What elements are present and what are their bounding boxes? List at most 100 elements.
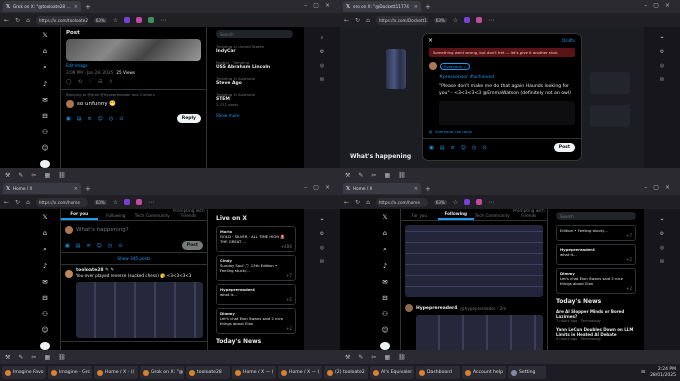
compose-icon[interactable]: ✎ <box>380 342 390 350</box>
reply-setting[interactable]: ◍ Everyone can reply <box>423 125 581 139</box>
poll-icon[interactable]: ≡ <box>87 116 91 122</box>
new-tab-icon[interactable]: + <box>425 3 431 11</box>
zoom-indicator[interactable]: 63% <box>93 199 107 205</box>
zoom-indicator[interactable]: 63% <box>433 199 447 205</box>
profile-icon[interactable]: ☺ <box>40 326 50 334</box>
home-icon[interactable]: ⌂ <box>26 199 30 206</box>
browser-tab[interactable]: 𝕏ero on X: "@Dockett11774 × <box>343 1 421 12</box>
pencil-icon[interactable]: ✎ <box>358 172 363 179</box>
url-field[interactable]: https://x.com/Dockett11774 <box>375 15 428 25</box>
link-icon[interactable]: ⛓ <box>58 354 66 361</box>
taskbar-item[interactable]: tooloate28 <box>186 366 230 379</box>
tab-for-you[interactable]: For you <box>61 211 98 220</box>
gear-icon[interactable]: ⚙ <box>660 49 664 55</box>
grid-icon[interactable]: ▦ <box>384 354 390 361</box>
url-field[interactable]: https://x.com/tooloate28/status/1 <box>35 15 88 25</box>
extension-icon[interactable] <box>124 17 131 23</box>
audience-selector[interactable]: Everyone ⌄ <box>440 62 471 70</box>
post-button[interactable]: Post <box>181 241 203 250</box>
x-logo-icon[interactable]: 𝕏 <box>40 31 50 39</box>
reply-icon[interactable]: ◯ <box>66 79 72 85</box>
schedule-icon[interactable]: ◷ <box>472 145 476 151</box>
tab-for-you[interactable]: For you <box>401 213 438 220</box>
gif-icon[interactable]: ▤ <box>77 116 82 122</box>
live-item[interactable]: Edition • Feeling stuck/... +7 <box>556 225 636 241</box>
drafts-link[interactable]: Drafts <box>562 38 575 43</box>
mail-icon[interactable]: ✉ <box>660 77 664 83</box>
tab-prompting[interactable]: Prompting with Friends <box>511 209 548 220</box>
post-image[interactable] <box>405 225 543 297</box>
mail-icon[interactable]: ✉ <box>320 259 324 265</box>
live-item[interactable]: Cindy Sunday Soul 🎵 13th Edition • Feelin… <box>216 255 296 281</box>
browser-tab[interactable]: 𝕏 Home / X × <box>343 183 421 194</box>
people-icon[interactable]: ⚇ <box>380 310 390 318</box>
url-field[interactable]: https://x.com/home <box>375 197 428 207</box>
taskbar-item[interactable]: Imagine Favo <box>2 366 46 379</box>
home-icon[interactable]: ⌂ <box>366 199 370 206</box>
bookmark-icon[interactable]: ⊟ <box>380 294 390 302</box>
reply-button[interactable]: Reply <box>176 114 201 123</box>
bell-icon[interactable]: ♪ <box>380 262 390 270</box>
extension-icon[interactable] <box>464 199 471 205</box>
mail-icon[interactable]: ✉ <box>320 77 324 83</box>
window-controls[interactable]: –▢× <box>644 184 676 191</box>
avatar[interactable] <box>429 62 437 70</box>
reply-input[interactable]: so unfunny 😬 <box>77 101 116 107</box>
back-icon[interactable]: ← <box>4 199 9 206</box>
close-icon[interactable]: × <box>414 186 418 192</box>
tab-tech-community[interactable]: Tech Community <box>474 213 511 220</box>
avatar[interactable] <box>405 304 413 312</box>
refresh-icon[interactable]: ↻ <box>355 17 360 24</box>
repost-icon[interactable]: ⟲ <box>78 79 82 85</box>
bookmark-icon[interactable]: ⊟ <box>98 79 102 85</box>
search-icon[interactable]: ⌕ <box>321 35 324 41</box>
search-icon[interactable]: ⌕ <box>380 245 390 254</box>
back-icon[interactable]: ← <box>344 199 349 206</box>
star-icon[interactable]: ☆ <box>453 199 458 206</box>
pencil-icon[interactable]: ✎ <box>358 354 363 361</box>
search-icon[interactable]: ⌕ <box>40 245 50 254</box>
location-icon[interactable]: ⊙ <box>119 116 123 122</box>
post-image[interactable] <box>76 282 203 338</box>
schedule-icon[interactable]: ◷ <box>109 116 113 122</box>
live-item[interactable]: Hypeprereader4 what it... +2 <box>556 244 636 265</box>
gear-icon[interactable]: ⚙ <box>320 49 324 55</box>
live-item[interactable]: Dimmy Let's chat Elon Swans said 2 nice t… <box>556 268 636 294</box>
refresh-icon[interactable]: ↻ <box>15 199 20 206</box>
mail-icon[interactable]: ✉ <box>40 96 50 104</box>
home-icon[interactable]: ⌂ <box>40 47 50 55</box>
people-icon[interactable]: ⚇ <box>40 128 50 136</box>
grid-icon[interactable]: ▦ <box>384 172 390 179</box>
location-icon[interactable]: ⊙ <box>118 243 122 249</box>
menu-icon[interactable]: ⋯ <box>148 199 154 206</box>
mail-icon[interactable]: ✉ <box>380 278 390 286</box>
tab-prompting[interactable]: Prompting with Friends <box>171 209 208 220</box>
window-controls[interactable]: –▢× <box>304 2 336 9</box>
star-icon[interactable]: ☆ <box>453 17 458 24</box>
gif-icon[interactable]: ▤ <box>76 243 81 249</box>
x-logo-icon[interactable]: 𝕏 <box>40 213 50 221</box>
home-icon[interactable]: ⌂ <box>26 17 30 24</box>
tool-icon[interactable]: ✂ <box>31 354 36 361</box>
grid-icon[interactable]: ▦ <box>44 172 50 179</box>
home-icon[interactable]: ⌂ <box>380 229 390 237</box>
taskbar-item[interactable]: Setting <box>508 366 546 379</box>
taskbar-item[interactable]: Dashboard <box>416 366 460 379</box>
tool-icon[interactable]: ✂ <box>371 354 376 361</box>
x-logo-icon[interactable]: 𝕏 <box>380 213 390 221</box>
people-icon[interactable]: ⚇ <box>40 310 50 318</box>
like-icon[interactable]: ♡ <box>88 79 92 85</box>
refresh-icon[interactable]: ↻ <box>355 199 360 206</box>
taskbar-item[interactable]: Home / X — ( <box>278 366 322 379</box>
close-icon[interactable]: × <box>74 186 78 192</box>
avatar[interactable] <box>65 269 73 278</box>
timeline-post[interactable]: Hypeprereader4 @hypeprereader · 2m <box>401 301 547 350</box>
mail-icon[interactable]: ✉ <box>660 259 664 265</box>
attached-image[interactable] <box>439 101 575 125</box>
location-icon[interactable]: ⊙ <box>482 145 486 151</box>
edit-image-link[interactable]: Edit Image <box>61 61 206 70</box>
refresh-icon[interactable]: ↻ <box>15 17 20 24</box>
star-icon[interactable]: ☆ <box>113 199 118 206</box>
copilot-icon[interactable]: ◎ <box>660 63 664 69</box>
image-icon[interactable]: ▣ <box>65 243 70 249</box>
